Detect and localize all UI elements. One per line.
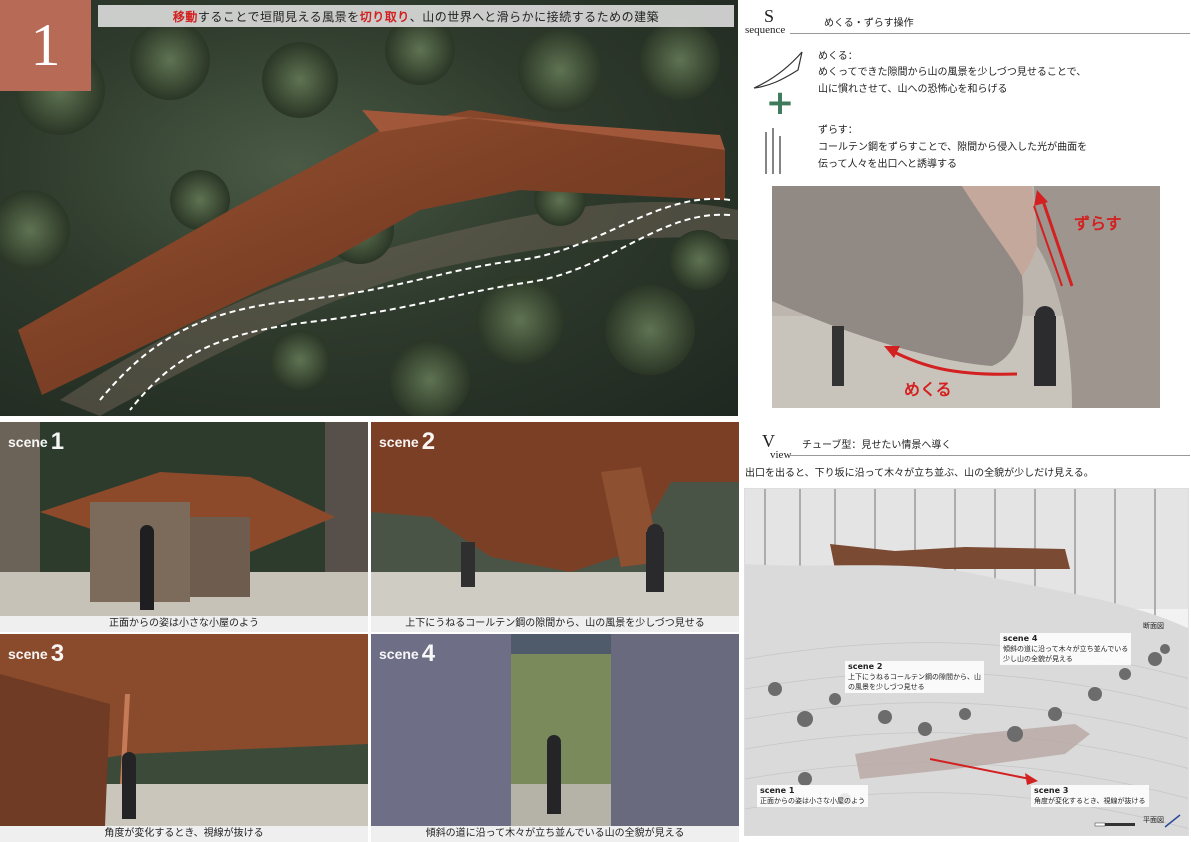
scene-1-caption: 正面からの姿は小さな小屋のよう xyxy=(0,616,368,632)
zurasu-line-1: コールテン鋼をずらすことで、隙間から侵入した光が曲面を xyxy=(818,142,1088,153)
scene-4-label: scene 4 xyxy=(379,640,435,668)
plan-note-scene-4: scene 4 傾斜の道に沿って木々が立ち並んでいる 少し山の全貌が見える xyxy=(1000,633,1132,665)
scene-4-word: scene xyxy=(379,646,419,662)
plan-note-scene-2-text-1: 上下にうねるコールテン鋼の隙間から、山 xyxy=(848,673,981,681)
plan-note-scene-1-title: scene 1 xyxy=(760,786,795,795)
scene-3-caption: 角度が変化するとき、視線が抜ける xyxy=(0,826,368,842)
title-part-3: 切り取り xyxy=(359,9,410,24)
page-number: 1 xyxy=(0,0,91,91)
scene-4-caption: 傾斜の道に沿って木々が立ち並んでいる山の全貌が見える xyxy=(371,826,739,842)
scene-panel-4: scene 4 傾斜の道に沿って木々が立ち並んでいる山の全貌が見える xyxy=(371,634,739,842)
page-title: 移動 することで垣間見える風景を 切り取り 、山の世界へと滑らかに接続するための建築 xyxy=(98,5,734,27)
scene-1-label: scene 1 xyxy=(8,428,64,456)
title-part-2: することで垣間見える風景を xyxy=(197,9,360,24)
section-label: 断面図 xyxy=(1143,622,1164,630)
scene-3-number: 3 xyxy=(50,640,65,667)
plan-note-scene-2: scene 2 上下にうねるコールテン鋼の隙間から、山 の風景を少しづつ見せる xyxy=(845,661,984,693)
scene-panel-3: scene 3 角度が変化するとき、視線が抜ける xyxy=(0,634,368,842)
aerial-site-photo xyxy=(0,0,738,416)
plan-note-scene-4-text-1: 傾斜の道に沿って木々が立ち並んでいる xyxy=(1003,645,1129,653)
sequence-word: sequence xyxy=(745,24,786,36)
mekuru-line-2: 山に慣れさせて、山への恐怖心を和らげる xyxy=(818,84,1008,95)
scene-2-word: scene xyxy=(379,434,419,450)
mekuru-line-1: めくってできた隙間から山の風景を少しづつ見せることで、 xyxy=(818,67,1087,78)
sequence-photo: ずらす めくる xyxy=(772,186,1160,408)
scene-1-word: scene xyxy=(8,434,48,450)
scene-panel-1: scene 1 正面からの姿は小さな小屋のよう xyxy=(0,422,368,632)
plan-drawing: scene 1 正面からの姿は小さな小屋のよう scene 2 上下にうねるコー… xyxy=(744,488,1189,836)
sequence-heading: めくる・ずらす操作 xyxy=(824,18,914,29)
scene-2-number: 2 xyxy=(421,428,436,455)
plan-note-scene-1-text: 正面からの姿は小さな小屋のよう xyxy=(760,797,865,805)
mekuru-photo-label: めくる xyxy=(904,380,952,399)
view-heading: チューブ型：見せたい情景へ導く xyxy=(802,440,952,451)
plan-note-scene-4-title: scene 4 xyxy=(1003,634,1038,643)
view-word: view xyxy=(770,449,792,461)
scene-1-number: 1 xyxy=(50,428,65,455)
zurasu-photo-label: ずらす xyxy=(1074,214,1122,233)
plan-note-scene-3: scene 3 角度が変化するとき、視線が抜ける xyxy=(1031,785,1149,807)
plan-note-scene-4-text-2: 少し山の全貌が見える xyxy=(1003,655,1073,663)
scene-4-number: 4 xyxy=(421,640,436,667)
plan-note-scene-3-title: scene 3 xyxy=(1034,786,1069,795)
scene-3-word: scene xyxy=(8,646,48,662)
plan-note-scene-3-text: 角度が変化するとき、視線が抜ける xyxy=(1034,797,1146,805)
scene-panel-2: scene 2 上下にうねるコールテン鋼の隙間から、山の風景を少しづつ見せる xyxy=(371,422,739,632)
plan-note-scene-2-title: scene 2 xyxy=(848,662,883,671)
zurasu-icon xyxy=(765,128,781,174)
view-description: 出口を出ると、下り坂に沿って木々が立ち並ぶ、山の全貌が少しだけ見える。 xyxy=(745,468,1094,479)
plus-icon: + xyxy=(765,83,795,123)
plan-note-scene-2-text-2: の風景を少しづつ見せる xyxy=(848,683,925,691)
plan-label: 平面図 xyxy=(1143,816,1164,824)
title-part-1: 移動 xyxy=(172,9,198,24)
zurasu-line-2: 伝って人々を出口へと誘導する xyxy=(818,159,957,170)
scene-3-label: scene 3 xyxy=(8,640,64,668)
aerial-illustration xyxy=(0,15,738,416)
zurasu-label: ずらす： xyxy=(818,125,858,136)
plan-note-scene-1: scene 1 正面からの姿は小さな小屋のよう xyxy=(757,785,868,807)
scene-2-label: scene 2 xyxy=(379,428,435,456)
view-divider xyxy=(790,455,1190,456)
title-part-4: 、山の世界へと滑らかに接続するための建築 xyxy=(409,9,660,24)
sequence-divider xyxy=(790,33,1190,34)
scene-2-caption: 上下にうねるコールテン鋼の隙間から、山の風景を少しづつ見せる xyxy=(371,616,739,632)
